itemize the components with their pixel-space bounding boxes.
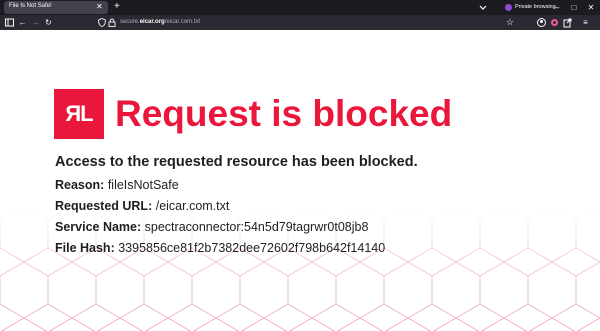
url-domain: eicar.org: [139, 19, 165, 25]
reason-row: Reason: fileIsNotSafe: [55, 178, 179, 192]
service-name-label: Service Name:: [55, 220, 142, 234]
tab-close-icon[interactable]: ✕: [96, 2, 103, 12]
requested-url-value: /eicar.com.txt: [155, 199, 230, 213]
reload-icon[interactable]: ↻: [43, 17, 54, 28]
reason-value: fileIsNotSafe: [107, 178, 179, 192]
tab-strip: File Is Not Safe! ✕ + Private browsing –…: [0, 0, 600, 15]
reason-label: Reason:: [55, 178, 105, 192]
url-prefix: secure.: [120, 19, 140, 25]
requested-url-row: Requested URL: /eicar.com.txt: [55, 199, 229, 213]
file-hash-value: 3395856ce81f2b7382dee72602f798b642f14140: [118, 241, 386, 255]
back-icon[interactable]: ←: [17, 17, 28, 28]
new-tab-icon[interactable]: +: [114, 1, 120, 13]
file-hash-row: File Hash: 3395856ce81f2b7382dee72602f79…: [55, 241, 385, 255]
bookmark-star-icon[interactable]: ☆: [506, 17, 514, 28]
extensions-icon[interactable]: [549, 17, 560, 28]
service-name-row: Service Name: spectraconnector:54n5d79ta…: [55, 220, 368, 234]
minimize-icon[interactable]: –: [549, 0, 565, 15]
account-icon[interactable]: [536, 17, 547, 28]
url-path: /eicar.com.txt: [164, 19, 201, 25]
blocked-page: ЯL Request is blocked Access to the requ…: [0, 30, 600, 331]
share-icon[interactable]: [562, 17, 573, 28]
service-name-value: spectraconnector:54n5d79tagrwr0t08jb8: [144, 220, 369, 234]
private-browsing-icon: [505, 4, 512, 11]
menu-icon[interactable]: ≡: [580, 17, 591, 28]
address-bar[interactable]: secure.eicar.org/eicar.com.txt ☆: [93, 16, 514, 29]
lock-icon[interactable]: [108, 18, 116, 27]
requested-url-label: Requested URL:: [55, 199, 153, 213]
tab-active[interactable]: File Is Not Safe! ✕: [4, 1, 108, 14]
logo-text: ЯL: [65, 101, 93, 126]
navigation-toolbar: ← → ↻ secure.eicar.org/eicar.com.txt ☆ ≡: [0, 15, 600, 30]
tab-title: File Is Not Safe!: [9, 3, 52, 9]
url-text[interactable]: secure.eicar.org/eicar.com.txt: [120, 19, 200, 25]
reversinglabs-logo: ЯL: [54, 89, 104, 139]
forward-icon[interactable]: →: [30, 17, 41, 28]
blocked-message: Access to the requested resource has bee…: [55, 154, 418, 170]
page-title: Request is blocked: [115, 93, 453, 134]
chevron-down-icon[interactable]: [478, 2, 488, 12]
sidebar-icon[interactable]: [4, 17, 15, 28]
file-hash-label: File Hash:: [55, 241, 115, 255]
shield-icon[interactable]: [98, 18, 106, 27]
maximize-icon[interactable]: □: [566, 0, 582, 15]
close-window-icon[interactable]: ✕: [583, 0, 599, 15]
